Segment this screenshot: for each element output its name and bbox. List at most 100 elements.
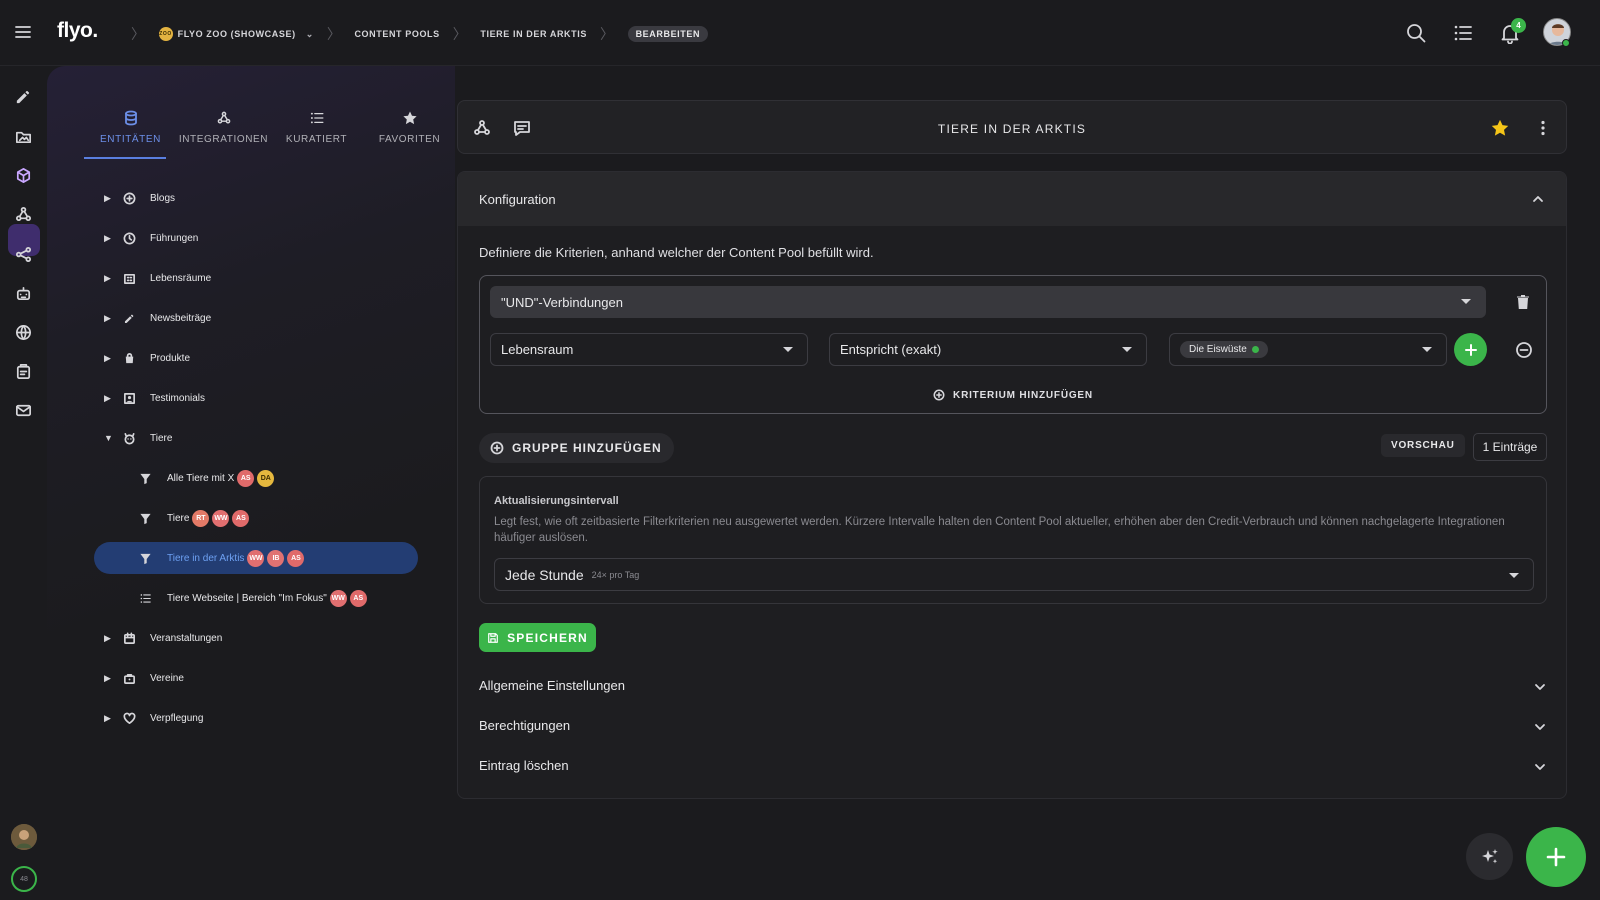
clipboard-icon[interactable] [14,362,33,381]
accordion-label: Eintrag löschen [479,758,569,773]
criterion-field-select[interactable]: Lebensraum [490,333,808,366]
accordion-general-settings[interactable]: Allgemeine Einstellungen [479,678,1547,698]
trash-icon[interactable] [1515,294,1531,310]
search-icon[interactable] [1405,22,1427,44]
tree-item-tiere[interactable]: ▼ Tiere [47,418,455,458]
globe-icon[interactable] [14,323,33,342]
ai-assistant-button[interactable] [1466,833,1513,880]
list-icon[interactable] [1452,22,1474,44]
tab-label: INTEGRATIONEN [178,134,269,145]
tree-label: Vereine [150,672,184,684]
breadcrumb: 〉 ZOO FLYO ZOO (SHOWCASE) ⌄ 〉 CONTENT PO… [118,24,709,44]
tree-item-verpflegung[interactable]: ▶ Verpflegung [47,698,455,738]
filter-icon [140,473,151,484]
caret-right-icon[interactable]: ▶ [104,273,111,284]
caret-right-icon[interactable]: ▶ [104,233,111,244]
tree-item-testimonials[interactable]: ▶ Testimonials [47,378,455,418]
tree-label: Produkte [150,352,191,364]
chevron-up-icon[interactable] [1531,192,1545,206]
add-criterion-button[interactable]: KRITERIUM HINZUFÜGEN [480,389,1546,401]
tree-item-fuehrungen[interactable]: ▶ Führungen [47,218,455,258]
tab-label: FAVORITEN [378,134,441,145]
caret-right-icon[interactable]: ▶ [104,633,111,644]
caret-right-icon[interactable]: ▶ [104,393,111,404]
caret-down-icon[interactable]: ▼ [104,433,113,443]
logo[interactable]: flyo. [57,19,98,43]
tree-label: Blogs [150,192,176,204]
star-filled-icon[interactable] [1490,118,1510,138]
menu-icon[interactable] [13,22,33,42]
tab-favoriten[interactable]: FAVORITEN [363,106,456,158]
tree-item-veranstaltungen[interactable]: ▶ Veranstaltungen [47,618,455,658]
chevron-down-icon [1535,764,1545,770]
credit-meter[interactable]: 48 [11,866,37,892]
select-value: Lebensraum [501,342,574,357]
caret-right-icon[interactable]: ▶ [104,713,111,724]
group-operator-select[interactable]: "UND"-Verbindungen [490,286,1486,318]
tab-kuratiert[interactable]: KURATIERT [270,106,363,158]
select-value: Jede Stunde [505,566,584,583]
user-avatar-badge: DA [257,469,275,487]
tree-item-tiere-pool[interactable]: Tiere RT WW AS [47,498,455,538]
interval-select[interactable]: Jede Stunde 24× pro Tag [494,558,1534,591]
add-value-button[interactable] [1454,333,1487,366]
add-group-button[interactable]: GRUPPE HINZUFÜGEN [479,433,674,463]
animal-icon [124,432,135,444]
tree-item-tiere-in-der-arktis[interactable]: Tiere in der Arktis WW IB AS [94,542,418,574]
chevron-down-icon [1535,724,1545,730]
preview-button[interactable]: VORSCHAU [1381,434,1465,457]
tab-entitaeten[interactable]: ENTITÄTEN [84,106,177,158]
accordion-permissions[interactable]: Berechtigungen [479,718,1547,738]
caret-right-icon[interactable]: ▶ [104,673,111,684]
tree-item-vereine[interactable]: ▶ Vereine [47,658,455,698]
dropdown-arrow-icon [1122,346,1132,352]
config-accordion-header[interactable]: Konfiguration [458,172,1566,226]
caret-right-icon[interactable]: ▶ [104,193,111,204]
accordion-delete-entry[interactable]: Eintrag löschen [479,758,1547,778]
breadcrumb-label: FLYO ZOO (SHOWCASE) [177,29,296,39]
tab-label: KURATIERT [285,134,348,145]
tree-label-group: Tiere RT WW AS [167,509,250,527]
accordion-label: Allgemeine Einstellungen [479,678,625,693]
criteria-group: "UND"-Verbindungen Lebensraum Entspricht… [479,275,1547,414]
entries-count[interactable]: 1 Einträge [1473,433,1547,461]
tree-item-alle-tiere-mit-x[interactable]: Alle Tiere mit X AS DA [47,458,455,498]
remove-circle-icon[interactable] [1515,341,1533,359]
folder-icon[interactable] [14,127,33,146]
chevron-down-icon[interactable]: ⌄ [306,29,314,40]
share-icon[interactable] [14,245,33,264]
breadcrumb-item-workspace[interactable]: ZOO FLYO ZOO (SHOWCASE) ⌄ [158,27,314,41]
user-avatar-badge: IB [267,549,285,567]
tree-label: Lebensräume [150,272,212,284]
tree-label: Verpflegung [150,712,204,724]
tab-integrationen[interactable]: INTEGRATIONEN [177,106,270,158]
robot-icon[interactable] [14,284,33,303]
tree-item-blogs[interactable]: ▶ Blogs [47,178,455,218]
workspace-badge: ZOO [158,27,173,41]
tree-item-produkte[interactable]: ▶ Produkte [47,338,455,378]
breadcrumb-item-pool[interactable]: TIERE IN DER ARKTIS [480,29,587,39]
tree-item-tiere-webseite[interactable]: Tiere Webseite | Bereich "Im Fokus" WW A… [47,578,455,618]
value-chip[interactable]: Die Eiswüste [1180,341,1268,358]
mail-icon[interactable] [14,401,33,420]
select-value: Entspricht (exakt) [840,342,942,357]
cube-icon[interactable] [14,166,33,185]
plus-circle-icon [490,441,504,455]
briefcase-icon [124,673,135,684]
breadcrumb-item-content-pools[interactable]: CONTENT POOLS [354,29,439,39]
tree-item-newsbeitraege[interactable]: ▶ Newsbeiträge [47,298,455,338]
webhook-icon[interactable] [14,205,33,224]
criterion-value-select[interactable]: Die Eiswüste [1169,333,1447,366]
caret-right-icon[interactable]: ▶ [104,313,111,324]
more-vertical-icon[interactable] [1533,118,1553,138]
user-avatar-small[interactable] [11,824,37,850]
portrait-icon [124,392,135,404]
config-card: Konfiguration Definiere die Kriterien, a… [457,171,1567,799]
edit-icon[interactable] [14,87,33,106]
caret-right-icon[interactable]: ▶ [104,353,111,364]
create-button[interactable] [1526,827,1586,887]
plus-circle-icon [123,192,136,204]
criterion-operator-select[interactable]: Entspricht (exakt) [829,333,1147,366]
tree-item-lebensraeume[interactable]: ▶ Lebensräume [47,258,455,298]
save-button[interactable]: SPEICHERN [479,623,596,652]
